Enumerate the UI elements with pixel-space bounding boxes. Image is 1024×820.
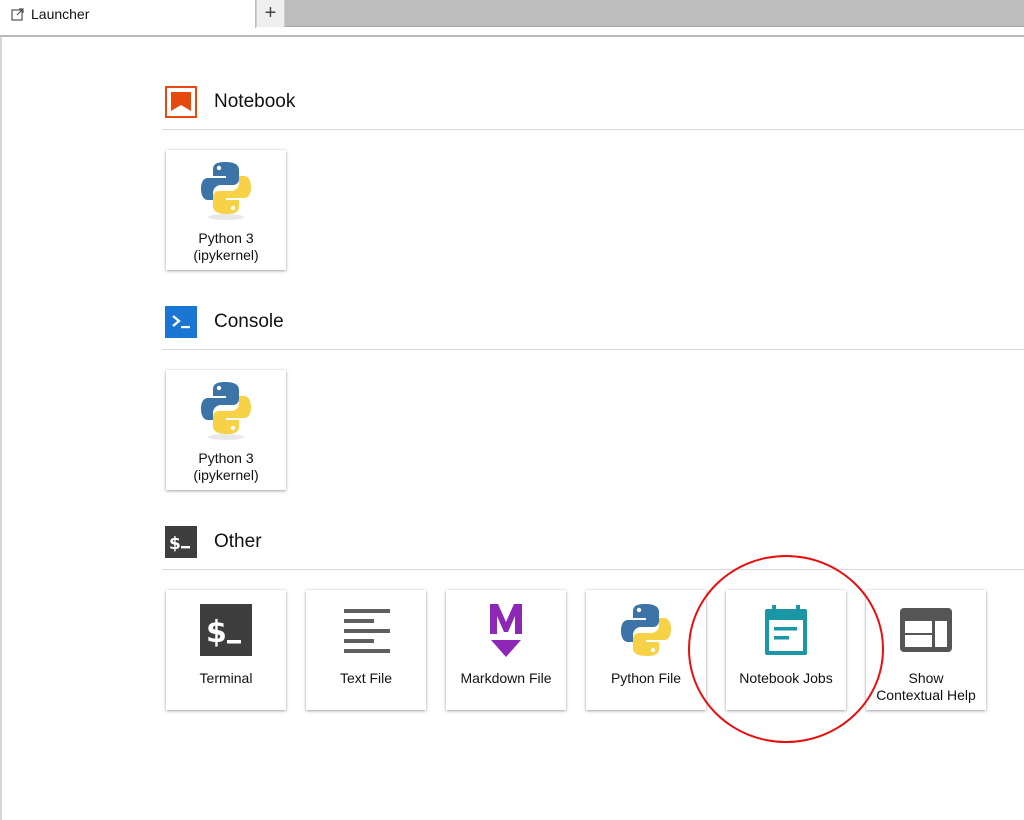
tab-launcher[interactable]: Launcher — [0, 0, 256, 28]
calendar-icon — [758, 602, 814, 658]
tab-divider — [0, 35, 1024, 37]
python-logo-icon — [198, 382, 254, 440]
panel-left-border — [0, 37, 2, 820]
launcher-card-markdown-file[interactable]: Markdown File — [446, 590, 566, 710]
section-title: Other — [214, 531, 262, 552]
card-label: Terminal — [199, 670, 253, 686]
python-logo-icon — [198, 162, 254, 220]
launcher-card-notebook-jobs[interactable]: Notebook Jobs — [726, 590, 846, 710]
card-label: Python 3 (ipykernel) — [193, 450, 259, 483]
section-title: Console — [214, 311, 284, 332]
terminal-icon: $ — [165, 526, 197, 558]
launcher-card-terminal[interactable]: $ Terminal — [166, 590, 286, 710]
launcher-card-text-file[interactable]: Text File — [306, 590, 426, 710]
launcher-card-contextual-help[interactable]: Show Contextual Help — [866, 590, 986, 710]
card-label: Text File — [339, 670, 393, 686]
add-tab-button[interactable]: + — [256, 0, 285, 27]
section-header-console: Console — [165, 306, 284, 338]
section-divider — [162, 349, 1024, 350]
section-title: Notebook — [214, 91, 296, 112]
card-label: Python 3 (ipykernel) — [193, 230, 259, 263]
card-label: Markdown File — [460, 670, 552, 686]
console-prompt-icon — [165, 306, 197, 338]
svg-text:$: $ — [206, 615, 227, 650]
text-lines-icon — [338, 602, 394, 658]
terminal-icon: $ — [198, 602, 254, 658]
section-header-other: $ Other — [165, 526, 262, 558]
section-divider — [162, 129, 1024, 130]
external-link-icon — [11, 7, 24, 21]
section-header-notebook: Notebook — [165, 86, 295, 118]
notebook-bookmark-icon — [165, 86, 197, 118]
python-logo-icon — [618, 602, 674, 658]
launcher-card-console-python3[interactable]: Python 3 (ipykernel) — [166, 370, 286, 490]
svg-text:$: $ — [169, 534, 181, 554]
card-label: Notebook Jobs — [739, 670, 833, 686]
contextual-help-icon — [898, 602, 954, 658]
section-divider — [162, 569, 1024, 570]
launcher-card-python-file[interactable]: Python File — [586, 590, 706, 710]
tab-label: Launcher — [31, 6, 90, 22]
card-label: Show Contextual Help — [876, 670, 976, 703]
launcher-card-notebook-python3[interactable]: Python 3 (ipykernel) — [166, 150, 286, 270]
card-label: Python File — [610, 670, 682, 686]
markdown-icon — [478, 602, 534, 658]
